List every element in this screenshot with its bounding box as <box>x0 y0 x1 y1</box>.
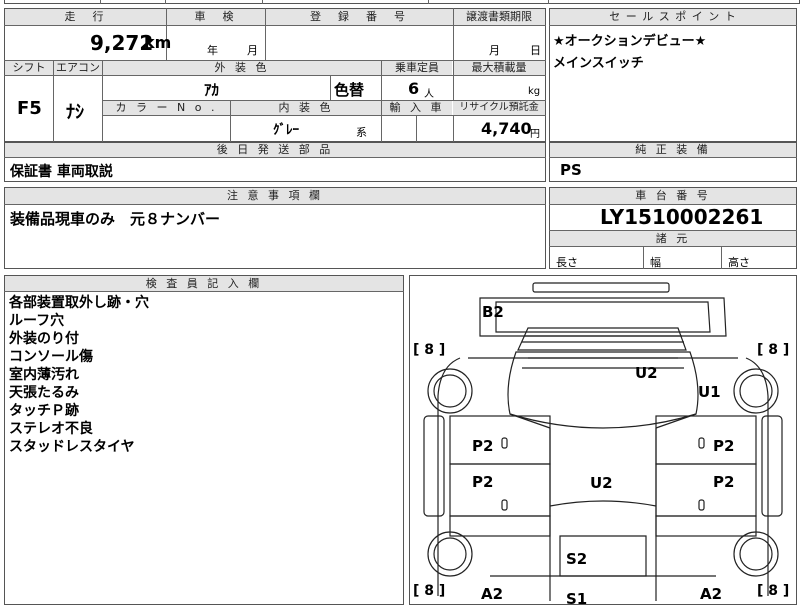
note-item: コンソール傷 <box>9 349 93 365</box>
sales-point-2: メインスイッチ <box>553 56 644 71</box>
dimensions-header: 諸 元 <box>550 231 796 246</box>
recycle-deposit-header: リサイクル預託金 <box>453 101 545 115</box>
length-label: 長さ <box>556 256 578 269</box>
exterior-color-value: ｱｶ <box>204 81 220 99</box>
color-change-label: 色替 <box>334 81 365 99</box>
note-item: 外装のり付 <box>9 331 79 347</box>
transfer-day: 日 <box>530 44 541 57</box>
tread-label-rear-right: [ 8 ] <box>757 583 790 599</box>
equipment-value: PS <box>560 161 582 179</box>
tread-label-front-left: [ 8 ] <box>413 342 446 358</box>
damage-mark: U2 <box>635 364 658 382</box>
max-load-header: 最大積載量 <box>453 61 545 75</box>
sales-point-header: セ ー ル ス ポ イ ン ト <box>550 9 796 25</box>
note-item: スタッドレスタイヤ <box>9 439 135 455</box>
transfer-deadline-header: 譲渡書類期限 <box>453 9 545 25</box>
import-header: 輸 入 車 <box>382 101 452 115</box>
inspector-notes-list: 各部装置取外し跡・穴 ルーフ穴 外装のり付 コンソール傷 室内薄汚れ 天張たるみ… <box>9 294 149 456</box>
mileage-header: 走 行 <box>5 9 166 25</box>
note-item: 室内薄汚れ <box>9 367 79 383</box>
shift-header: シフト <box>5 61 53 75</box>
damage-mark: P2 <box>713 473 735 491</box>
tread-label-front-right: [ 8 ] <box>757 342 790 358</box>
inspector-notes-header: 検 査 員 記 入 欄 <box>5 276 403 291</box>
chassis-no-value: LY1510002261 <box>600 205 764 229</box>
equipment-header: 純 正 装 備 <box>550 143 796 157</box>
note-item: 各部装置取外し跡・穴 <box>9 295 149 311</box>
damage-mark: U1 <box>698 383 721 401</box>
sales-point-box <box>549 8 797 142</box>
color-no-header: カ ラ ー N o . <box>103 101 230 115</box>
registration-header: 登 録 番 号 <box>265 9 453 25</box>
car-diagram <box>423 282 783 601</box>
damage-mark: P2 <box>472 473 494 491</box>
max-load-unit: kg <box>528 86 541 97</box>
tread-label-rear-left: [ 8 ] <box>413 583 446 599</box>
aircon-header: エアコン <box>54 61 102 75</box>
chassis-no-header: 車 台 番 号 <box>550 188 796 204</box>
top-strip <box>4 0 800 4</box>
damage-mark: A2 <box>481 585 504 603</box>
aircon-value: ﾅｼ <box>66 102 84 123</box>
interior-color-suffix: 系 <box>356 126 367 139</box>
recycle-amount: 4,740 <box>481 119 532 138</box>
damage-mark: U2 <box>590 474 613 492</box>
note-item: タッチＰ跡 <box>9 403 79 419</box>
exterior-color-header: 外 装 色 <box>103 61 381 75</box>
notice-value: 装備品現車のみ 元８ナンバー <box>10 210 221 228</box>
width-label: 幅 <box>650 256 661 269</box>
interior-color-header: 内 装 色 <box>231 101 381 115</box>
damage-mark: P2 <box>472 437 494 455</box>
damage-mark: S2 <box>566 550 588 568</box>
mileage-unit: km <box>144 33 172 52</box>
height-label: 高さ <box>728 256 750 269</box>
note-item: ルーフ穴 <box>9 313 65 329</box>
note-item: ステレオ不良 <box>9 421 93 437</box>
note-item: 天張たるみ <box>9 385 79 401</box>
capacity-value: 6 <box>408 79 420 98</box>
later-parts-value: 保証書 車両取説 <box>10 164 113 180</box>
transfer-month: 月 <box>489 44 500 57</box>
inspection-header: 車 検 <box>166 9 265 25</box>
interior-color-value: ｸﾞﾚｰ <box>273 123 299 138</box>
inspection-year: 年 <box>207 44 218 57</box>
sales-point-1: ★オークションデビュー★ <box>553 34 707 49</box>
later-parts-header: 後 日 発 送 部 品 <box>5 143 545 157</box>
inspection-month: 月 <box>247 44 258 57</box>
damage-mark: A2 <box>700 585 723 603</box>
shift-value: F5 <box>17 98 42 119</box>
recycle-unit: 円 <box>530 129 540 140</box>
damage-mark: P2 <box>713 437 735 455</box>
damage-mark: B2 <box>482 303 504 321</box>
notice-header: 注 意 事 項 欄 <box>5 188 545 204</box>
damage-mark: S1 <box>566 590 588 608</box>
capacity-header: 乗車定員 <box>382 61 452 75</box>
capacity-unit: 人 <box>424 89 434 100</box>
